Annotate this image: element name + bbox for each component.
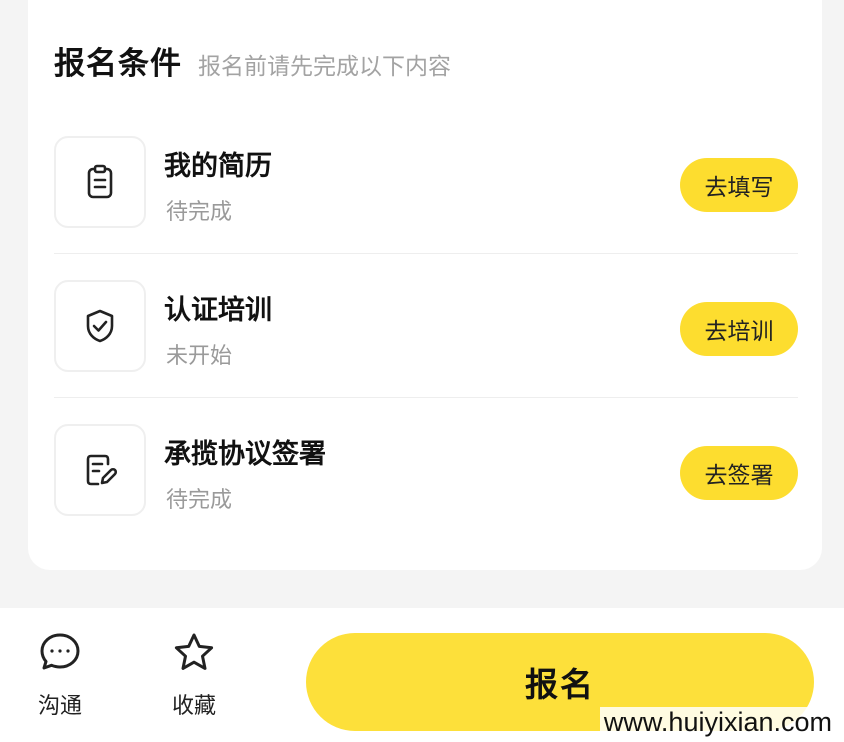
document-edit-icon xyxy=(54,424,146,516)
requirement-status: 待完成 xyxy=(166,200,233,225)
shield-check-icon xyxy=(54,280,146,372)
section-title: 报名条件 xyxy=(54,46,182,82)
requirement-title: 我的简历 xyxy=(164,151,272,182)
clipboard-icon xyxy=(54,136,146,228)
requirement-row-resume: 我的简历 待完成 去填写 xyxy=(54,136,798,230)
requirement-row-training: 认证培训 未开始 去培训 xyxy=(54,280,798,374)
chat-bubble-icon xyxy=(40,633,80,670)
requirement-title: 承揽协议签署 xyxy=(164,439,326,470)
card-header: 报名条件 报名前请先完成以下内容 xyxy=(54,38,451,83)
chat-label: 沟通 xyxy=(37,694,82,719)
requirement-status: 未开始 xyxy=(166,344,233,369)
requirement-title: 认证培训 xyxy=(164,295,272,326)
chat-button[interactable]: 沟通 xyxy=(20,630,100,720)
requirement-row-agreement: 承揽协议签署 待完成 去签署 xyxy=(54,424,798,518)
go-sign-button[interactable]: 去签署 xyxy=(680,446,798,500)
star-icon xyxy=(174,633,214,670)
section-subtitle: 报名前请先完成以下内容 xyxy=(198,54,451,80)
favorite-button[interactable]: 收藏 xyxy=(154,630,234,720)
watermark: www.huiyixian.com xyxy=(599,707,836,738)
favorite-label: 收藏 xyxy=(171,694,216,719)
fill-resume-button[interactable]: 去填写 xyxy=(680,158,798,212)
divider xyxy=(54,253,798,254)
requirements-card: 报名条件 报名前请先完成以下内容 我的简历 待完成 去填写 认证培训 未开始 去… xyxy=(28,0,822,570)
requirement-status: 待完成 xyxy=(166,488,233,513)
go-training-button[interactable]: 去培训 xyxy=(680,302,798,356)
divider xyxy=(54,397,798,398)
